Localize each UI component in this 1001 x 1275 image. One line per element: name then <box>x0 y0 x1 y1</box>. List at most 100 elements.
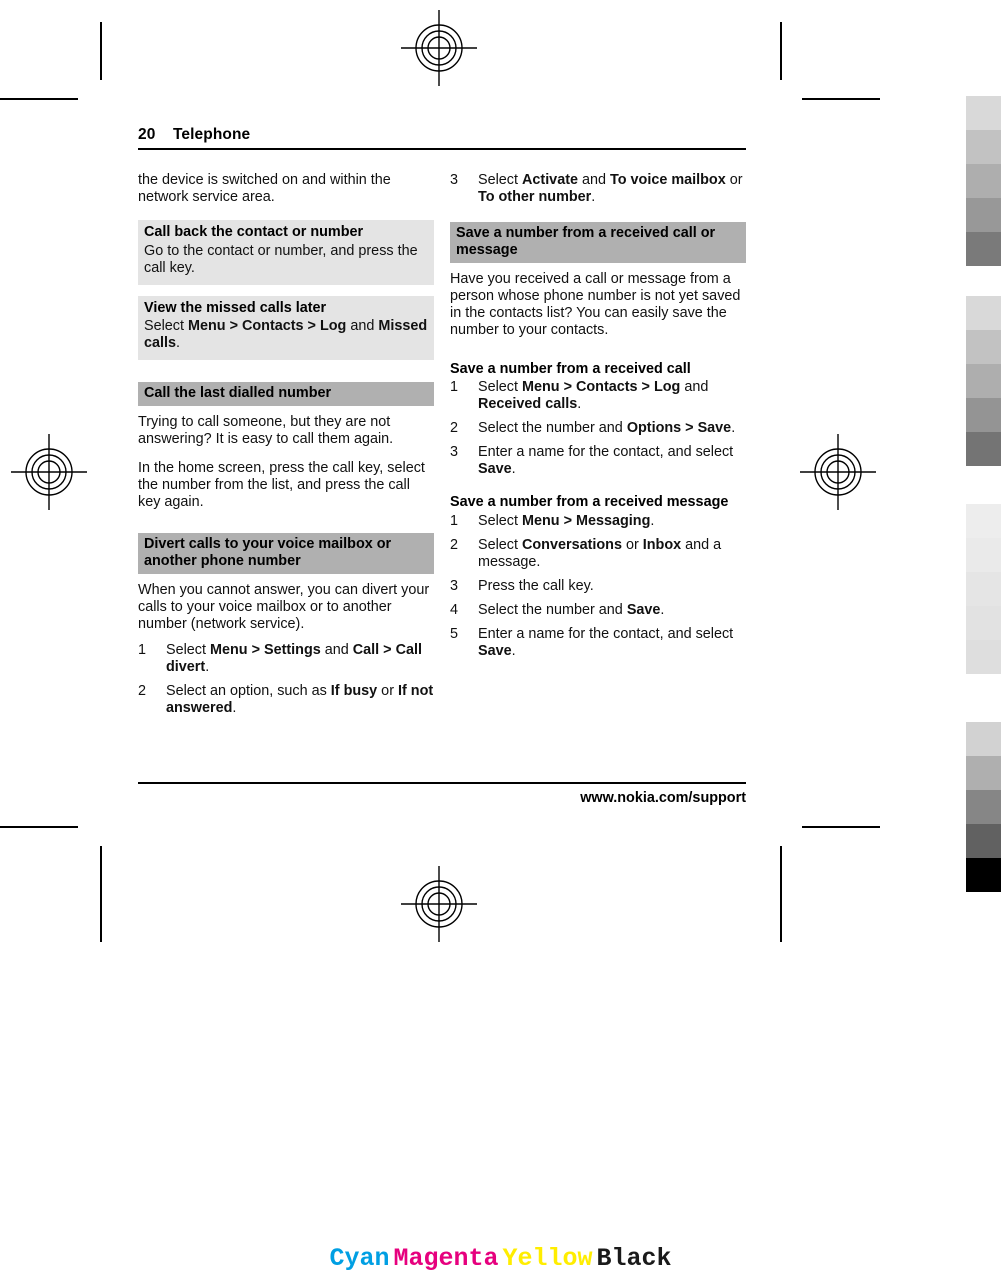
cmyk-label-cyan: Cyan <box>329 1244 390 1273</box>
calibration-swatch-1-3 <box>966 164 1001 198</box>
step-number: 1 <box>450 513 459 530</box>
crop-mark-right-vertical-bottom <box>780 846 782 942</box>
header-rule <box>138 148 746 150</box>
step-text: Enter a name for the contact, and select… <box>478 626 746 660</box>
text-run: . <box>591 188 596 205</box>
text-run: Select <box>166 641 210 658</box>
text-run: . <box>577 396 582 413</box>
ui-path-save: Save <box>626 602 661 619</box>
cmyk-colour-legend: Cyan Magenta Yellow Black <box>0 1244 1001 1273</box>
page-title: Telephone <box>173 126 251 143</box>
running-head: 20 Telephone <box>138 126 746 148</box>
calibration-swatch-1-5 <box>966 232 1001 266</box>
text-run: or <box>621 537 643 554</box>
text-run: or <box>377 682 398 699</box>
calibration-swatch-1-4 <box>966 198 1001 232</box>
text-run: Press the call key. <box>478 578 594 595</box>
list-item: 1 Select Menu > Settings and Call > Call… <box>138 642 434 676</box>
ui-path-settings: Settings <box>263 641 321 658</box>
ui-path-messaging: Messaging <box>575 513 651 530</box>
ui-path-options: Options <box>626 420 682 437</box>
step-number: 1 <box>450 379 459 396</box>
step-text: Select an option, such as If busy or If … <box>166 683 434 717</box>
divert-paragraph: When you cannot answer, you can divert y… <box>138 581 430 632</box>
text-run: . <box>205 658 210 675</box>
support-url: www.nokia.com/support <box>580 790 746 806</box>
ui-path-menu: Menu <box>522 513 560 530</box>
text-run: Enter a name for the contact, and select <box>478 444 734 461</box>
list-item: 4 Select the number and Save. <box>450 602 746 619</box>
registration-mark-top-center <box>401 10 477 86</box>
tip-view-missed-calls-heading: View the missed calls later <box>144 299 327 316</box>
ui-option-to-voice-mailbox: To voice mailbox <box>610 172 726 188</box>
calibration-swatch-4-1 <box>966 722 1001 756</box>
list-item: 1 Select Menu > Messaging. <box>450 513 746 530</box>
received-call-steps: 1 Select Menu > Contacts > Log and Recei… <box>450 379 746 478</box>
tip-call-back-body: Go to the contact or number, and press t… <box>144 242 418 276</box>
step-text: Press the call key. <box>478 578 746 595</box>
tip-call-back-heading: Call back the contact or number <box>144 223 364 240</box>
calibration-swatch-3-5 <box>966 640 1001 674</box>
registration-mark-middle-right <box>800 434 876 510</box>
intro-paragraph: the device is switched on and within the… <box>138 172 391 205</box>
section-divert-calls: Divert calls to your voice mailbox or an… <box>138 533 434 717</box>
two-column-body: the device is switched on and within the… <box>138 172 746 723</box>
registration-mark-middle-left <box>11 434 87 510</box>
right-column: 3 Select Activate and To voice mailbox o… <box>450 172 746 660</box>
calibration-swatch-2-3 <box>966 364 1001 398</box>
crop-mark-left-vertical-bottom <box>100 846 102 942</box>
ui-option-if-busy: If busy <box>330 682 378 699</box>
ui-path-save: Save <box>478 461 512 478</box>
step-number: 2 <box>450 537 459 554</box>
text-run: Select <box>144 318 188 335</box>
calibration-swatch-4-2 <box>966 756 1001 790</box>
step-text: Select Activate and To voice mailbox or … <box>478 172 746 206</box>
cmyk-label-black: Black <box>596 1244 672 1273</box>
crop-mark-left-vertical-top <box>100 22 102 80</box>
section-call-last-dialled-heading: Call the last dialled number <box>138 382 434 407</box>
step-number: 1 <box>138 641 147 658</box>
continued-step-list: 3 Select Activate and To voice mailbox o… <box>450 172 746 206</box>
ui-path-save: Save <box>697 420 732 437</box>
calibration-swatch-3-3 <box>966 572 1001 606</box>
step-text: Enter a name for the contact, and select… <box>478 444 746 478</box>
step-number: 2 <box>450 420 459 437</box>
subheading-save-from-received-message: Save a number from a received message <box>450 494 729 511</box>
text-run: Select <box>478 513 522 530</box>
cmyk-label-yellow: Yellow <box>502 1244 593 1273</box>
step-number: 3 <box>450 444 459 461</box>
cmyk-label-magenta: Magenta <box>393 1244 499 1273</box>
list-item: 3 Enter a name for the contact, and sele… <box>450 444 746 478</box>
list-item: 5 Enter a name for the contact, and sele… <box>450 626 746 660</box>
text-run: Enter a name for the contact, and select <box>478 626 734 643</box>
text-run: . <box>176 335 181 352</box>
text-run: . <box>731 420 736 437</box>
calibration-strip-4 <box>966 722 1001 892</box>
list-item: 3 Press the call key. <box>450 578 746 595</box>
page-content: 20 Telephone the device is switched on a… <box>138 126 746 723</box>
calibration-swatch-4-4 <box>966 824 1001 858</box>
step-number: 2 <box>138 682 147 699</box>
page-number: 20 <box>138 126 156 143</box>
ui-path-menu: Menu <box>522 379 560 396</box>
text-run: Select the number and <box>478 602 627 619</box>
calibration-strip-3 <box>966 504 1001 674</box>
text-run: or <box>725 172 743 188</box>
text-run: and <box>346 318 379 335</box>
step-number: 4 <box>450 602 459 619</box>
ui-separator: > <box>225 318 242 335</box>
ui-separator: > <box>559 379 576 396</box>
step-text: Select the number and Options > Save. <box>478 420 746 437</box>
text-run: Select <box>478 379 522 396</box>
step-text: Select Menu > Messaging. <box>478 513 746 530</box>
ui-option-to-other-number: To other number <box>478 188 592 205</box>
section-divert-calls-heading: Divert calls to your voice mailbox or an… <box>138 533 434 574</box>
calibration-swatch-3-4 <box>966 606 1001 640</box>
save-number-paragraph: Have you received a call or message from… <box>450 270 741 338</box>
crop-mark-top-left-horizontal <box>0 98 78 100</box>
calibration-swatch-3-1 <box>966 504 1001 538</box>
step-number: 5 <box>450 626 459 643</box>
calibration-swatch-1-1 <box>966 96 1001 130</box>
list-item: 2 Select Conversations or Inbox and a me… <box>450 537 746 571</box>
calibration-swatch-2-4 <box>966 398 1001 432</box>
